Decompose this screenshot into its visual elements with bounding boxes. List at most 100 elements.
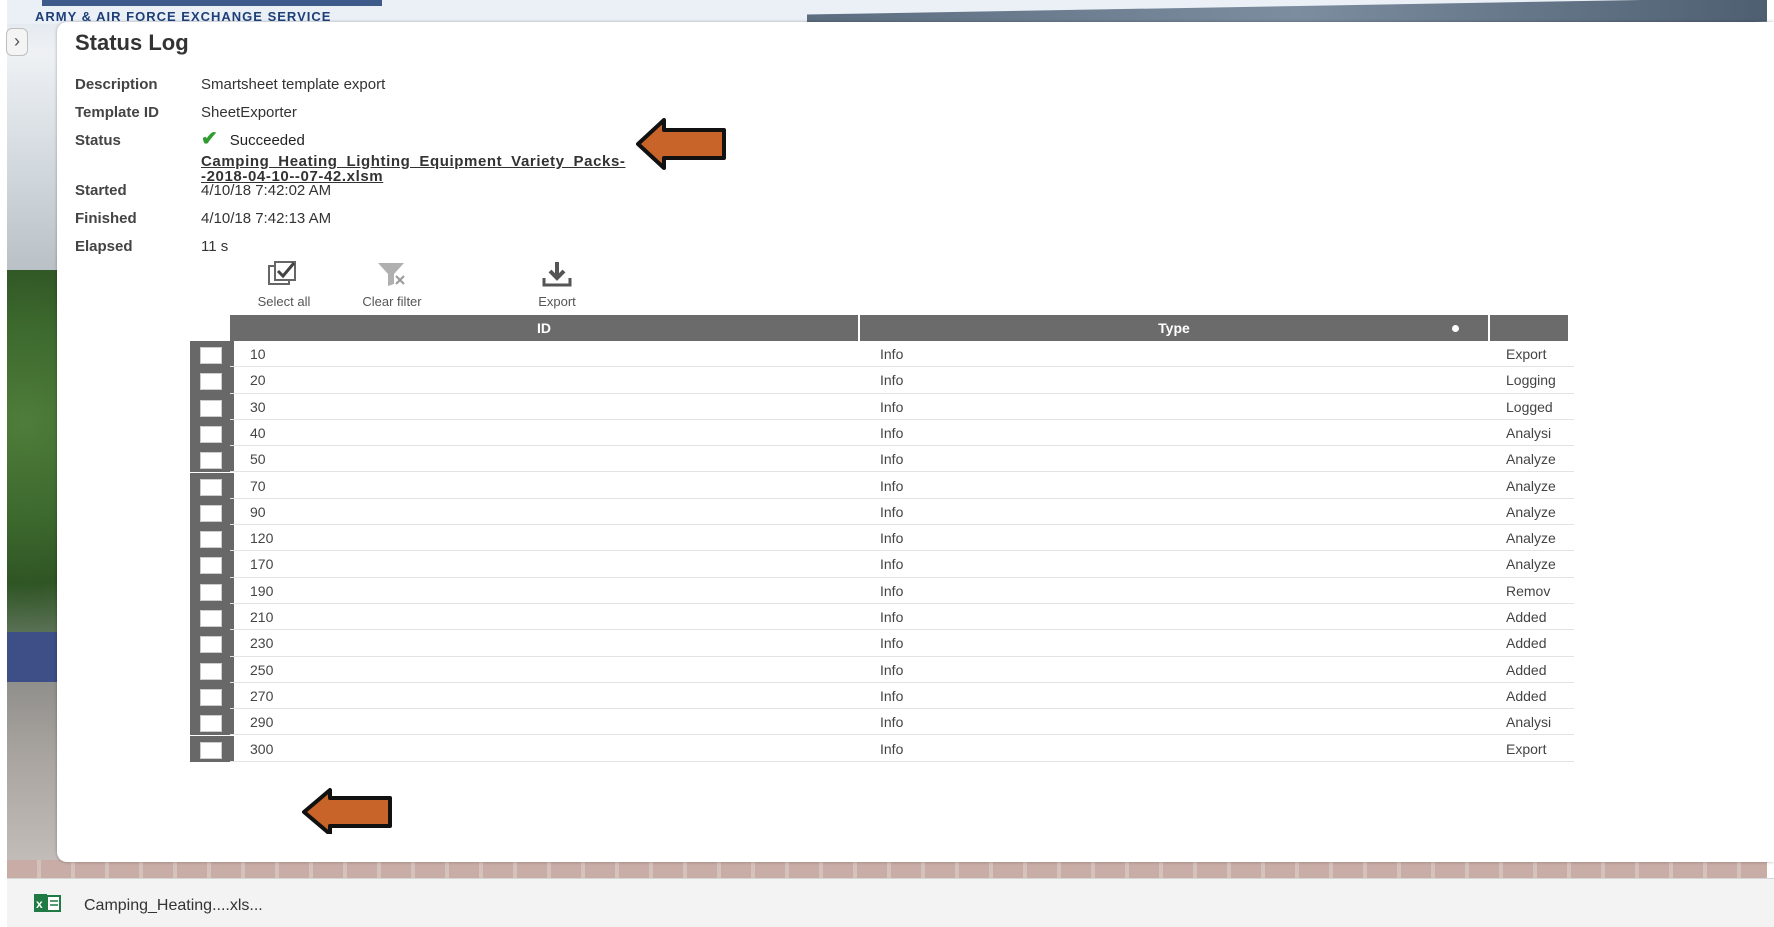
table-row[interactable]: 20 Info Logging — [190, 367, 1752, 394]
description-label: Description — [75, 76, 158, 93]
row-checkbox[interactable] — [200, 662, 222, 680]
cell-id: 20 — [230, 367, 940, 394]
table-row[interactable]: 300 Info Export — [190, 735, 1752, 762]
cell-id: 40 — [230, 420, 940, 447]
row-checkbox[interactable] — [200, 688, 222, 706]
started-value: 4/10/18 7:42:02 AM — [201, 182, 332, 199]
cell-message: Analyze — [1490, 446, 1558, 473]
table-row[interactable]: 30 Info Logged — [190, 393, 1752, 420]
row-checkbox-cell — [190, 682, 234, 710]
orange-arrow-icon — [302, 788, 392, 834]
status-label: Status — [75, 132, 121, 149]
expand-chevron-icon[interactable]: › — [6, 28, 28, 56]
cell-type: Info — [860, 525, 1574, 552]
started-label: Started — [75, 182, 127, 199]
checkmark-icon: ✔ — [201, 128, 218, 150]
select-all-label: Select all — [257, 294, 311, 309]
cell-message: Remov — [1490, 578, 1558, 604]
cell-type: Info — [860, 551, 1574, 578]
row-checkbox[interactable] — [200, 478, 222, 496]
select-all-button[interactable]: Select all — [239, 260, 329, 309]
cell-message: Added — [1490, 630, 1558, 657]
row-checkbox-cell — [190, 525, 234, 552]
cell-id: 290 — [230, 709, 940, 736]
cell-message: Export — [1490, 341, 1558, 368]
row-checkbox[interactable] — [200, 610, 222, 627]
cell-type: Info — [860, 683, 1574, 710]
cell-id: 170 — [230, 551, 940, 578]
cell-type: Info — [860, 420, 1574, 447]
finished-label: Finished — [75, 210, 137, 227]
cell-message: Logging — [1490, 367, 1558, 394]
cell-type: Info — [860, 394, 1574, 420]
table-row[interactable]: 270 Info Added — [190, 682, 1752, 710]
table-row[interactable]: 230 Info Added — [190, 630, 1752, 657]
column-header-type[interactable]: Type — [860, 315, 1490, 341]
cell-type: Info — [860, 341, 1574, 368]
table-row[interactable]: 170 Info Analyze — [190, 551, 1752, 578]
row-checkbox-cell — [190, 551, 234, 578]
cell-type: Info — [860, 499, 1574, 526]
cell-id: 230 — [230, 630, 940, 657]
cell-type: Info — [860, 709, 1574, 736]
cell-type: Info — [860, 736, 1574, 762]
table-row[interactable]: 90 Info Analyze — [190, 498, 1752, 526]
table-row[interactable]: 50 Info Analyze — [190, 446, 1752, 473]
cell-id: 10 — [230, 341, 940, 368]
table-row[interactable]: 210 Info Added — [190, 604, 1752, 631]
cell-id: 50 — [230, 446, 940, 473]
row-checkbox[interactable] — [200, 504, 222, 522]
download-file-name[interactable]: Camping_Heating....xls... — [84, 897, 263, 915]
cell-message: Analysi — [1490, 709, 1558, 736]
export-download-icon — [512, 260, 602, 290]
table-row[interactable]: 10 Info Export — [190, 341, 1752, 368]
status-value-row: ✔ Succeeded — [201, 126, 305, 151]
svg-text:x: x — [36, 897, 43, 911]
cell-message: Analysi — [1490, 420, 1558, 447]
row-checkbox[interactable] — [200, 557, 222, 575]
table-row[interactable]: 70 Info Analyze — [190, 472, 1752, 499]
row-checkbox[interactable] — [200, 399, 222, 417]
cell-id: 120 — [230, 525, 940, 552]
cell-message: Analyze — [1490, 525, 1558, 552]
column-menu-dot-icon[interactable] — [1452, 325, 1459, 332]
table-row[interactable]: 40 Info Analysi — [190, 419, 1752, 447]
row-checkbox[interactable] — [200, 715, 222, 733]
row-checkbox[interactable] — [200, 373, 222, 391]
page-title: Status Log — [75, 30, 189, 55]
elapsed-label: Elapsed — [75, 238, 133, 255]
row-checkbox-cell — [190, 472, 234, 499]
table-row[interactable]: 290 Info Analysi — [190, 709, 1752, 736]
cell-id: 250 — [230, 657, 940, 683]
cell-message: Added — [1490, 604, 1558, 631]
cell-id: 90 — [230, 499, 940, 526]
row-checkbox[interactable] — [200, 347, 222, 364]
export-button[interactable]: Export — [512, 260, 602, 309]
row-checkbox-cell — [190, 735, 234, 762]
table-row[interactable]: 120 Info Analyze — [190, 525, 1752, 552]
cell-message: Logged — [1490, 394, 1558, 420]
column-header-message[interactable] — [1490, 315, 1568, 341]
clear-filter-button[interactable]: Clear filter — [347, 260, 437, 309]
column-header-id[interactable]: ID — [230, 315, 860, 341]
download-bar: x Camping_Heating....xls... — [7, 878, 1774, 927]
row-checkbox-cell — [190, 341, 234, 368]
row-checkbox-cell — [190, 498, 234, 526]
export-label: Export — [538, 294, 576, 309]
row-checkbox-cell — [190, 446, 234, 473]
table-row[interactable]: 190 Info Remov — [190, 577, 1752, 604]
cell-type: Info — [860, 657, 1574, 683]
row-checkbox[interactable] — [200, 636, 222, 654]
orange-arrow-icon — [636, 118, 726, 170]
excel-file-icon: x — [34, 894, 61, 912]
row-checkbox[interactable] — [200, 425, 222, 443]
select-all-icon — [239, 260, 329, 290]
cell-message: Analyze — [1490, 551, 1558, 578]
row-checkbox[interactable] — [200, 583, 222, 601]
table-row[interactable]: 250 Info Added — [190, 656, 1752, 683]
row-checkbox[interactable] — [200, 741, 222, 759]
status-value: Succeeded — [229, 132, 305, 149]
row-checkbox-cell — [190, 393, 234, 420]
row-checkbox[interactable] — [200, 531, 222, 549]
row-checkbox[interactable] — [200, 452, 222, 470]
